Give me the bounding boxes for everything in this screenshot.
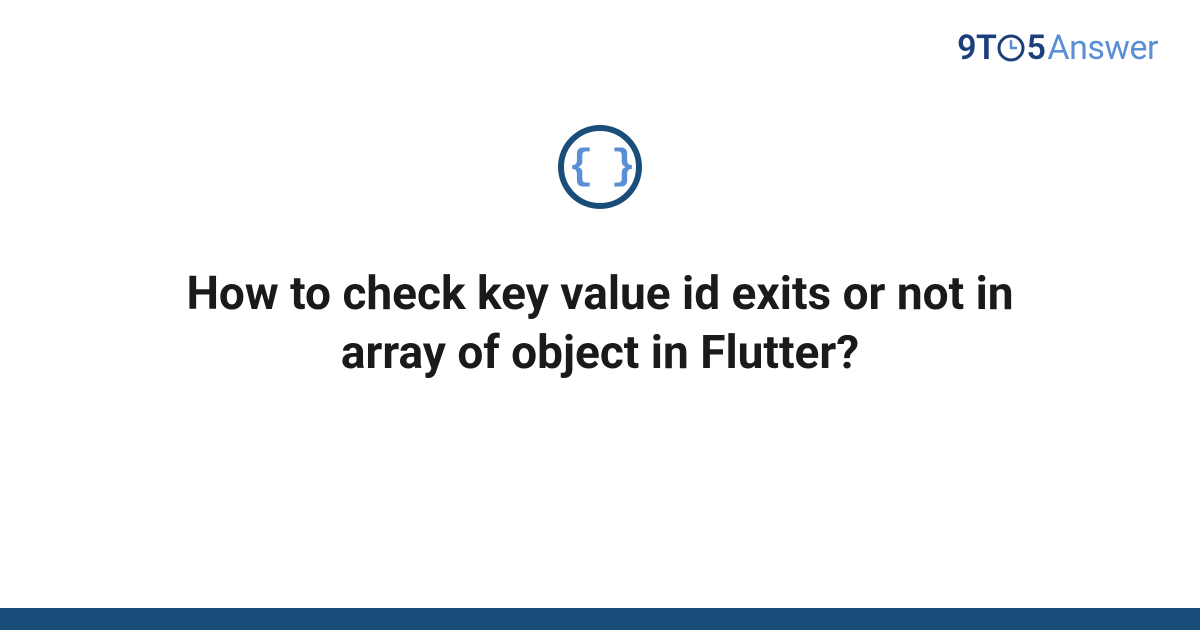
brand-clock-icon <box>997 34 1025 62</box>
brand-text-9t: 9T <box>957 28 996 68</box>
code-braces-icon: { } <box>568 146 632 188</box>
topic-icon-circle: { } <box>558 125 642 209</box>
brand-text-answer: Answer <box>1047 28 1158 68</box>
main-content: { } How to check key value id exits or n… <box>0 125 1200 383</box>
brand-text-5: 5 <box>1026 28 1045 68</box>
brand-logo: 9T 5 Answer <box>957 28 1158 68</box>
page-title: How to check key value id exits or not i… <box>100 265 1100 383</box>
footer-bar <box>0 608 1200 630</box>
